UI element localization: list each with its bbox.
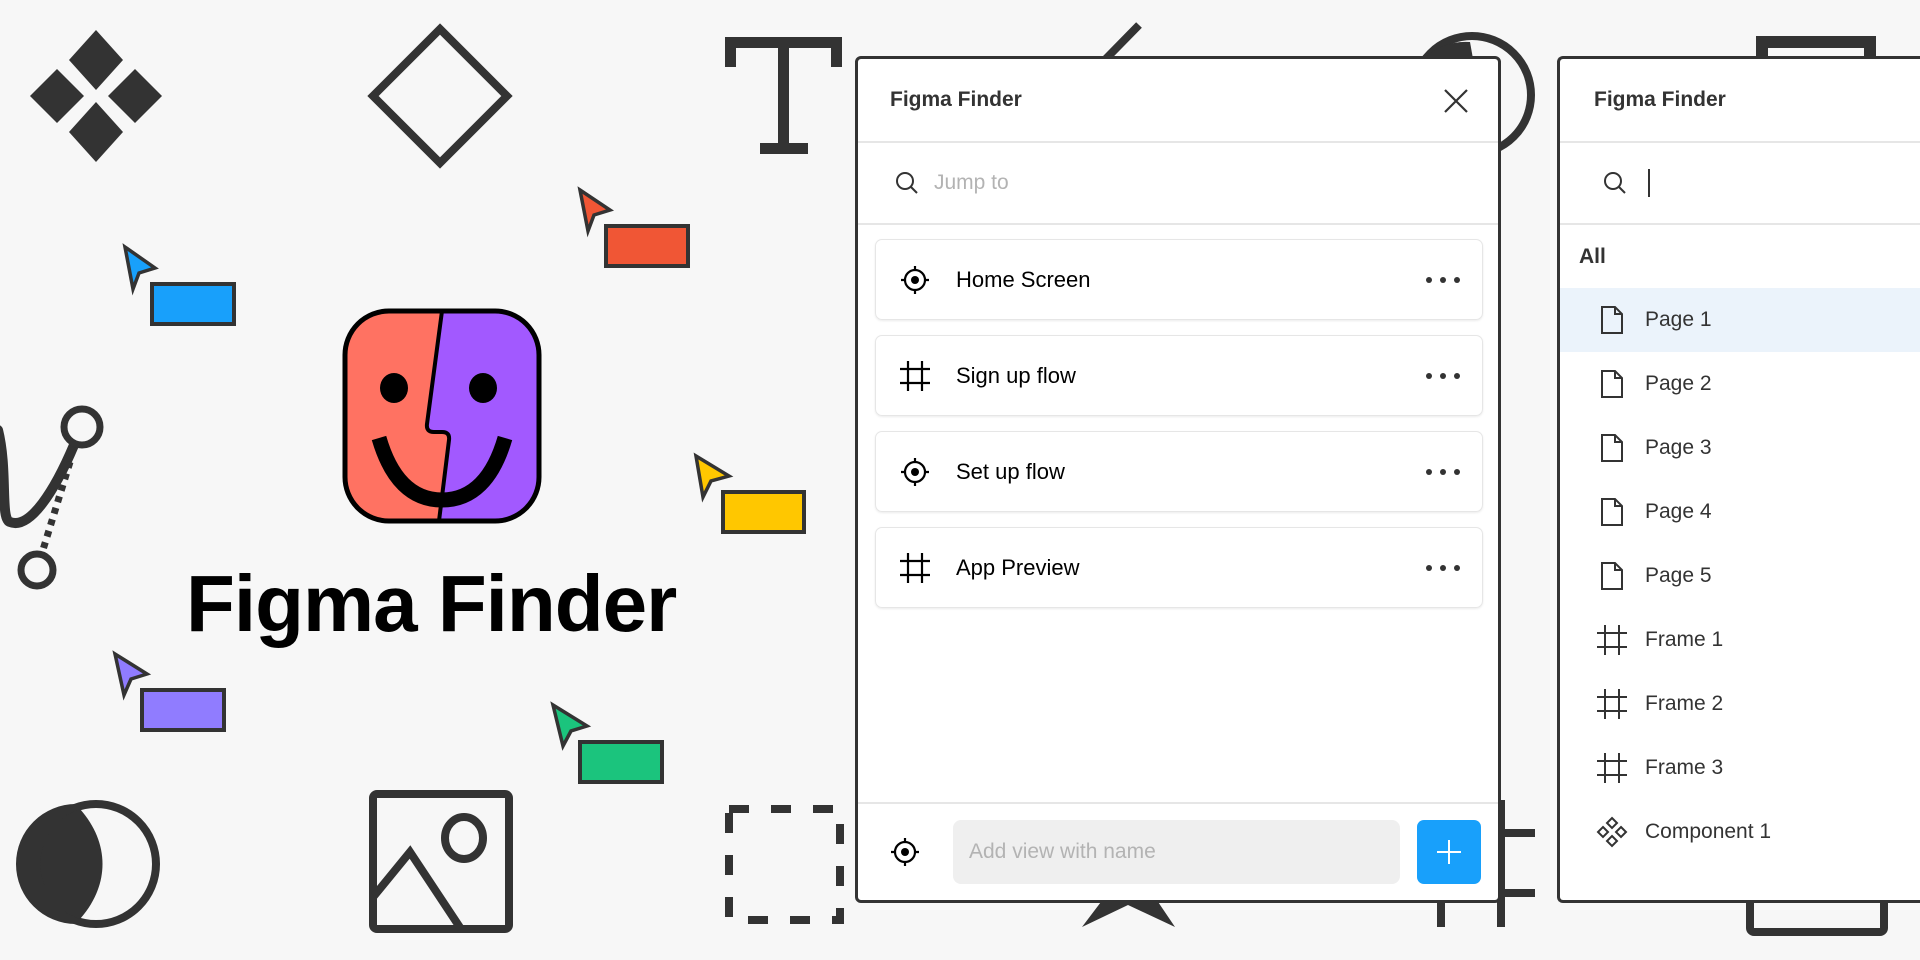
more-options-button[interactable] <box>1426 270 1460 290</box>
views-list: Home Screen Sign up flow Set up flow App… <box>858 225 1498 608</box>
result-item[interactable]: Frame 3 <box>1560 736 1920 800</box>
result-item[interactable]: Component 1 <box>1560 800 1920 864</box>
blue-cursor-group <box>122 243 236 326</box>
result-label: Frame 3 <box>1645 756 1724 779</box>
yellow-cursor-group <box>693 452 806 534</box>
plus-icon <box>1437 840 1461 864</box>
add-view-button[interactable] <box>1417 820 1481 884</box>
more-options-button[interactable] <box>1426 366 1460 386</box>
page-icon <box>1601 498 1623 526</box>
panel-header: Figma Finder <box>858 59 1498 143</box>
result-item[interactable]: Page 4 <box>1560 480 1920 544</box>
result-label: Page 5 <box>1645 564 1712 587</box>
logo-eye-left <box>380 373 408 403</box>
result-label: Page 1 <box>1645 308 1712 331</box>
close-icon <box>1444 89 1468 113</box>
more-options-button[interactable] <box>1426 462 1460 482</box>
view-label: Home Screen <box>956 266 1091 292</box>
view-label: Set up flow <box>956 458 1065 484</box>
target-icon <box>901 457 929 486</box>
view-label: Sign up flow <box>956 362 1076 388</box>
result-label: Frame 1 <box>1645 628 1724 651</box>
app-logo <box>342 308 542 524</box>
view-item[interactable]: Sign up flow <box>875 335 1483 416</box>
page-icon <box>1601 434 1623 462</box>
logo-eye-right <box>469 373 497 403</box>
panel-title: Figma Finder <box>1594 88 1726 111</box>
red-cursor-group <box>577 186 690 268</box>
result-item[interactable]: Frame 1 <box>1560 608 1920 672</box>
view-item[interactable]: Set up flow <box>875 431 1483 512</box>
frame-icon <box>900 552 930 583</box>
diamond-icon <box>367 23 513 169</box>
result-item[interactable]: Page 5 <box>1560 544 1920 608</box>
section-label: All <box>1579 245 1606 268</box>
pen-tool-icon <box>0 405 104 590</box>
frame-icon <box>900 360 930 391</box>
target-icon <box>891 838 919 866</box>
components-icon <box>30 30 162 162</box>
page-icon <box>1601 562 1623 590</box>
purple-cursor-group <box>112 650 226 732</box>
result-label: Page 4 <box>1645 500 1712 523</box>
component-icon <box>1596 816 1628 848</box>
finder-panel: Figma Finder Home Screen Sign up flow Se… <box>855 56 1501 903</box>
result-label: Page 2 <box>1645 372 1712 395</box>
frame-icon <box>1597 753 1627 783</box>
frame-icon <box>1597 625 1627 655</box>
result-item[interactable]: Page 1 <box>1560 288 1920 352</box>
search-icon <box>1604 172 1626 194</box>
result-item[interactable]: Page 2 <box>1560 352 1920 416</box>
view-item[interactable]: App Preview <box>875 527 1483 608</box>
image-icon <box>369 790 513 933</box>
search-icon <box>896 172 918 194</box>
result-item[interactable]: Frame 2 <box>1560 672 1920 736</box>
moon-icon <box>16 800 160 928</box>
result-label: Page 3 <box>1645 436 1712 459</box>
view-item[interactable]: Home Screen <box>875 239 1483 320</box>
jump-panel: Figma Finder All Page 1 Page 2 Page 3 Pa… <box>1557 56 1920 903</box>
view-label: App Preview <box>956 554 1080 580</box>
page-icon <box>1601 306 1623 334</box>
jump-to-input[interactable] <box>934 171 1414 195</box>
search-bar[interactable] <box>1560 143 1920 225</box>
panel-header: Figma Finder <box>1560 59 1920 143</box>
add-view-footer <box>858 802 1498 900</box>
page-icon <box>1601 370 1623 398</box>
cursor-icon <box>550 701 592 751</box>
result-label: Frame 2 <box>1645 692 1724 715</box>
search-bar <box>858 143 1498 225</box>
target-icon <box>901 265 929 294</box>
green-cursor-group <box>550 701 664 784</box>
add-view-name-input[interactable] <box>953 820 1400 884</box>
more-options-button[interactable] <box>1426 558 1460 578</box>
frame-icon <box>1597 689 1627 719</box>
close-button[interactable] <box>1442 87 1470 115</box>
hero-title: Figma Finder <box>186 559 677 648</box>
text-tool-icon <box>725 37 842 154</box>
result-item[interactable]: Page 3 <box>1560 416 1920 480</box>
result-label: Component 1 <box>1645 820 1772 843</box>
text-caret <box>1648 169 1650 197</box>
dashed-selection-icon <box>725 805 844 924</box>
panel-title: Figma Finder <box>890 88 1022 111</box>
results-list: Page 1 Page 2 Page 3 Page 4 Page 5 Frame… <box>1560 288 1920 864</box>
